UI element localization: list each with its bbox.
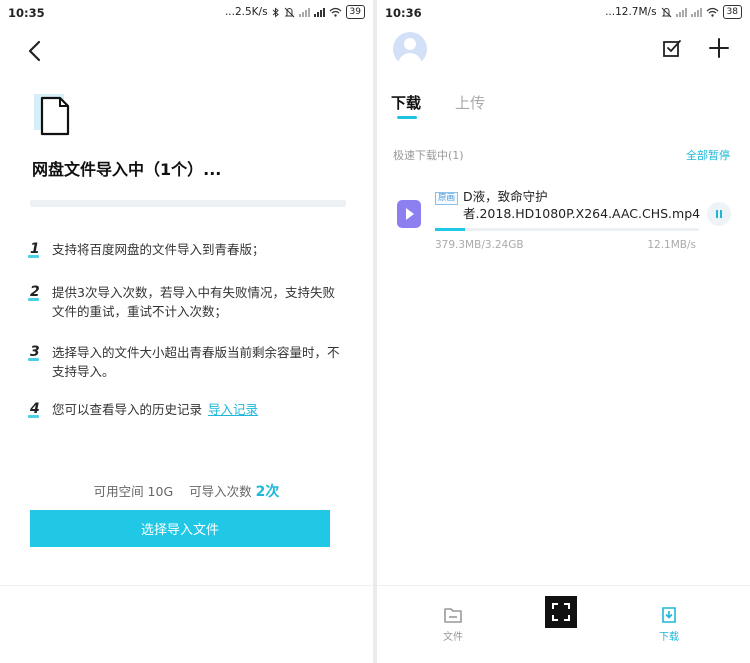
section-label: 极速下载中(1) — [393, 149, 464, 162]
file-name: D液，致命守护者.2018.HD1080P.X264.AAC.CHS.mp4 — [463, 189, 701, 221]
bottom-nav-divider — [377, 585, 750, 586]
available-space: 可用空间 10G — [93, 484, 174, 499]
nav-label: 文件 — [443, 632, 463, 643]
rule-text: 提供3次导入次数，若导入中有失败情况，支持失败文件的重试，重试不计入次数； — [52, 285, 335, 319]
quality-badge: 原画 — [435, 192, 459, 205]
status-right: ...12.7M/s 38 — [605, 5, 742, 19]
signal-icon-1 — [298, 7, 310, 17]
signal-icon-1 — [675, 7, 687, 17]
rule-text: 支持将百度网盘的文件导入到青春版； — [52, 242, 265, 257]
signal-icon-2 — [313, 7, 325, 17]
download-progress-fill — [435, 228, 466, 231]
file-size: 379.3MB/3.24GB — [435, 239, 524, 251]
folder-icon — [444, 608, 462, 623]
rule-item-3: 3 选择导入的文件大小超出青春版当前剩余容量时，不支持导入。 — [28, 343, 346, 381]
nav-item-download[interactable]: 下载 — [639, 606, 699, 643]
active-tab-indicator — [397, 116, 417, 119]
wifi-icon — [329, 7, 341, 17]
wifi-icon — [706, 7, 718, 17]
signal-icon-2 — [690, 7, 702, 17]
mute-icon — [284, 7, 294, 17]
rule-text: 选择导入的文件大小超出青春版当前剩余容量时，不支持导入。 — [52, 345, 340, 379]
rule-item-2: 2 提供3次导入次数，若导入中有失败情况，支持失败文件的重试，重试不计入次数； — [28, 283, 346, 321]
rule-text-content: 您可以查看导入的历史记录 — [52, 402, 203, 417]
network-speed: ...2.5K/s — [224, 6, 268, 18]
download-doc-icon — [662, 607, 676, 623]
import-count-label: 可导入次数 — [189, 484, 252, 499]
quota-info: 可用空间 10G 可导入次数 2次 — [0, 481, 373, 501]
video-file-icon — [397, 200, 421, 228]
import-screen: 10:35 ...2.5K/s 39 网盘文件导入中（1个）... 1 支持将百… — [0, 0, 373, 663]
download-progress-bar — [435, 228, 699, 231]
rule-number: 1 — [28, 241, 40, 258]
rule-number: 3 — [28, 344, 40, 361]
tab-upload[interactable]: 上传 — [455, 92, 485, 113]
page-title: 网盘文件导入中（1个）... — [32, 160, 222, 179]
import-history-link[interactable]: 导入记录 — [208, 402, 258, 417]
pause-button[interactable] — [707, 202, 731, 226]
status-right: ...2.5K/s 39 — [225, 5, 365, 19]
battery-icon: 38 — [722, 5, 742, 19]
import-count-value: 2次 — [255, 484, 280, 500]
status-bar: 10:35 ...2.5K/s 39 — [0, 0, 373, 26]
bluetooth-icon — [272, 6, 279, 18]
select-import-file-button[interactable]: 选择导入文件 — [30, 510, 330, 547]
battery-icon: 39 — [345, 5, 365, 19]
back-arrow-icon[interactable] — [24, 38, 48, 64]
rule-item-4: 4 您可以查看导入的历史记录 导入记录 — [28, 400, 346, 419]
avatar[interactable] — [393, 32, 427, 66]
edit-checkbox-icon[interactable] — [661, 38, 683, 60]
nav-label: 下载 — [659, 632, 679, 643]
status-bar: 10:36 ...12.7M/s 38 — [377, 0, 750, 26]
transfer-screen: 10:36 ...12.7M/s 38 下载 上传 极速下载中(1) 全部暂停 … — [377, 0, 750, 663]
rule-text: 您可以查看导入的历史记录 导入记录 — [52, 400, 346, 419]
scan-icon — [552, 603, 570, 621]
divider — [0, 585, 373, 586]
status-time: 10:36 — [385, 6, 422, 20]
scan-button[interactable] — [545, 596, 577, 628]
nav-item-files[interactable]: 文件 — [423, 606, 483, 643]
pause-all-button[interactable]: 全部暂停 — [686, 147, 730, 163]
import-progress-bar — [30, 200, 346, 207]
rule-number: 2 — [28, 284, 40, 301]
document-icon — [34, 94, 70, 136]
tab-download[interactable]: 下载 — [391, 92, 421, 113]
plus-icon[interactable] — [707, 36, 731, 60]
download-speed: 12.1MB/s — [647, 239, 696, 251]
network-speed: ...12.7M/s — [605, 6, 657, 18]
rule-item-1: 1 支持将百度网盘的文件导入到青春版； — [28, 240, 346, 259]
status-time: 10:35 — [8, 6, 45, 20]
rule-number: 4 — [28, 401, 40, 418]
mute-icon — [661, 7, 671, 17]
